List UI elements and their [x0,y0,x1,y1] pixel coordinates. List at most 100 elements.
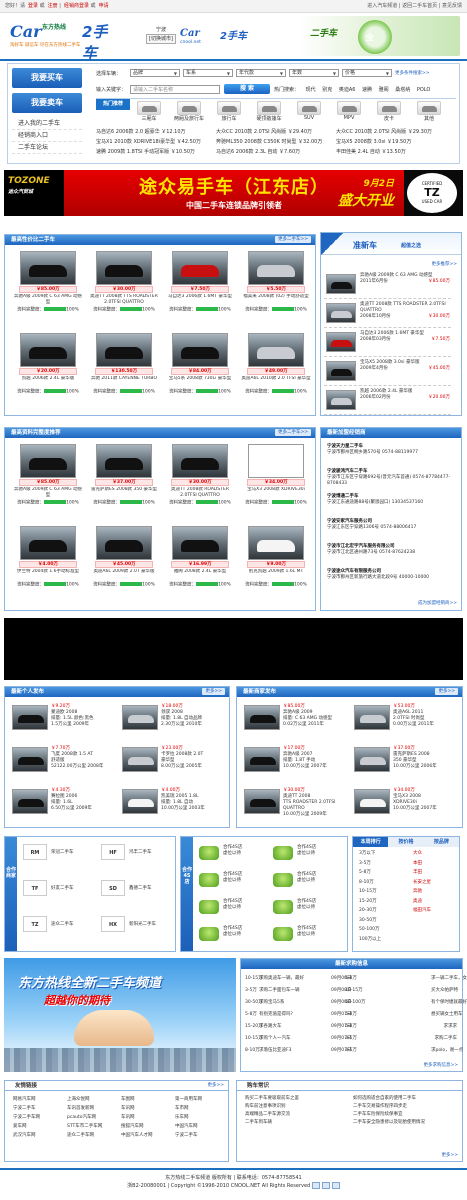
car-desc[interactable]: 福美来 2008款 (02) 手动舒适型 [241,294,311,307]
series-select[interactable]: 车系 ▼ [183,69,233,77]
age-select[interactable]: 年数 ▼ [289,69,339,77]
buy-cell[interactable]: 求求求 [431,1023,458,1030]
tip-link[interactable]: 二手车车险保险续保事宜 [353,1111,461,1119]
buy-request-row[interactable]: 3-5万 求购二手面包车一辆 09月08日 10-15万 买大众帕萨特 [245,987,461,994]
brand-item[interactable]: 大众 [413,849,431,859]
model-year-select[interactable]: 年代款 ▼ [236,69,286,77]
news-item[interactable]: 丰田佳美 2.4L 自动 ￥13.50万 [336,147,456,157]
car-photo[interactable] [12,747,48,772]
near-new-item[interactable]: 凯越 2006款 2.4L 豪华版 2006年02月份 ￥20.00万 [324,387,451,415]
badge-icon[interactable] [321,1182,330,1189]
brand-item[interactable]: 奥迪 [413,897,431,907]
login-link[interactable]: 登录 [28,3,38,9]
dealer-login-link[interactable]: 经销商登录 [64,3,89,9]
price-range-item[interactable]: 3万以下 [359,849,381,859]
category-suv[interactable]: SUV [292,101,326,121]
category-mpv[interactable]: MPV [332,101,366,121]
register-link[interactable]: 注册 [48,3,58,9]
car-photo[interactable] [244,705,280,730]
hot-item[interactable]: 别克 [322,87,332,93]
price-range-item[interactable]: 3-5万 [359,859,381,869]
shop4s-item[interactable]: 合作4S店 虚位以待 [273,895,345,919]
price-range-item[interactable]: 15-20万 [359,897,381,907]
buy-cell[interactable]: 买大众帕萨特 [431,987,458,994]
keyword-input[interactable]: 请输入二手车名称 [130,84,220,94]
partner-name[interactable]: 新阳光二手车 [129,921,156,927]
listing-item[interactable]: ￥9.20万 蒙迪欧 2008 排量: 1.5L 颜色:黑色 1.5万公里 2009年 [11,703,117,743]
price-range-item[interactable]: 5-8万 [359,868,381,878]
shop4s-item[interactable]: 合作4S店 虚位以待 [273,841,345,865]
dealer-name[interactable]: 宁波博通二手车 [327,494,359,499]
car-card[interactable]: ￥30.00万 奥迪TT 2008款 ROADSTER 2.0TFSI QUATT… [165,444,235,507]
brand-item[interactable]: 福田汽车 [413,906,431,916]
friend-link[interactable]: 乐车网 [175,1113,229,1122]
buy-request-row[interactable]: 10-15万 求购个人一汽车 09月07日 3-5万 求购二手车 [245,1035,461,1042]
car-photo[interactable] [248,444,304,478]
car-desc[interactable]: 奔驰 2011款 CAYENNE TURBO [89,376,159,389]
car-photo[interactable] [20,444,76,478]
more-tips-link[interactable]: 更多>> [441,1152,458,1158]
dealer-item[interactable]: 宁波天力星二手车 宁波市鄞州区桐乡路570号 0574-88119977 [327,444,451,456]
friend-link[interactable]: 中国汽车人才网 [121,1131,175,1140]
buy-cell[interactable]: 求购奥迪车一辆，最好 [259,975,331,982]
car-card[interactable]: ￥85.00万 奔驰A级 2009款 C 63 AMG 动感型 资料完整度： 100% [13,444,83,507]
tip-link[interactable]: 高端精品二手车源交流 [245,1111,353,1119]
car-photo[interactable] [172,526,228,560]
news-item[interactable]: 奔驰ML350 2008款 C350K 时尚型 ￥32.00万 [216,137,336,147]
friend-link[interactable]: 爱车网 [13,1122,67,1131]
car-desc[interactable]: 别克凯越 2009款 1.6L MT [241,569,311,582]
car-photo[interactable] [122,747,158,772]
brand-select[interactable]: 品牌 ▼ [130,69,180,77]
friend-link[interactable]: 宁波二手车 [175,1131,229,1140]
shop4s-item[interactable]: 合作4S店 虚位以待 [199,895,271,919]
car-photo[interactable] [326,303,356,323]
shop4s-item[interactable]: 合作4S店 虚位以待 [273,922,345,946]
partner-item[interactable]: RM 荣冠二手车 [23,841,99,865]
car-desc[interactable]: 伊兰特 2004款 1.6手动标准型 [13,569,83,582]
tip-link[interactable]: 二手车安全隐患修以及轮胎使用情况 [353,1119,461,1127]
tab-brand[interactable]: 按品牌 [423,837,459,847]
car-photo[interactable] [326,274,356,294]
partner-item[interactable]: HF 鸿丰二手车 [101,841,177,865]
partner-item[interactable]: HX 新阳光二手车 [101,913,177,937]
partner-name[interactable]: 鑫德二手车 [129,885,152,891]
forum-link[interactable]: 二手车论坛 [12,142,82,154]
car-photo[interactable] [12,789,48,814]
partner-logo-icon[interactable]: TZ [23,916,47,932]
brand-item[interactable]: 本田 [413,859,431,869]
buy-request-row[interactable]: 8-10万 求落伍比亚迪F3 09月07日 3-5万 求polo，谢一点 [245,1047,463,1054]
category-pickup[interactable]: 皮卡 [372,101,406,122]
buy-cell[interactable]: 求购二手车 [431,1035,458,1042]
site-logo[interactable]: Car 东方热线 2手车 淘好车 诚信车 尽在东方热线二手车 [10,22,120,62]
friend-link[interactable]: pcauto汽车网 [67,1113,121,1122]
car-card[interactable]: ￥20.00万 凯越 2006款 2.4L 豪华版 资料完整度： 100% [13,333,83,396]
car-photo[interactable] [326,361,356,381]
auto-channel-link[interactable]: 进入汽车频道 [367,3,397,9]
feedback-link[interactable]: 意见反馈 [442,3,462,9]
car-photo[interactable] [20,526,76,560]
category-wagon[interactable]: 旅行车 [212,101,246,122]
car-photo[interactable] [122,705,158,730]
more-link[interactable]: 更多二手车>> [274,236,311,243]
shop4s-item[interactable]: 合作4S店 虚位以待 [199,841,271,865]
dealer-item[interactable]: 宁波途众汽车有限服务公司 宁波市鄞州区新旅行路大道北段9号 40000-10000 [327,569,451,581]
friend-link[interactable]: 搜狐汽车网 [121,1122,175,1131]
buy-cell[interactable]: 求一辆二手车，女士开 [431,975,467,982]
hot-item[interactable]: 桑塔纳 [395,87,410,93]
car-photo[interactable] [354,747,390,772]
more-link[interactable]: 更多>> [207,1081,224,1091]
buy-request-row[interactable]: 5-8万 有别克值是得吗? 09月07日 5-8万 想买辆女士用车 [245,1011,463,1018]
shop4s-item[interactable]: 合作4S店 虚位以待 [199,922,271,946]
news-item[interactable]: 马自达6 2006款 2.3L 自动 ￥7.60万 [216,147,336,157]
partner-logo-icon[interactable]: SD [101,880,125,896]
dealer-item[interactable]: 宁波安家汽车服务公司 宁波江东区宁穿路1306号 0574-88006417 [327,519,451,531]
brand-item[interactable]: 长安之星 [413,878,431,888]
friend-link[interactable]: 车讯网 [121,1113,175,1122]
friend-link[interactable]: 车讯首发新网 [67,1104,121,1113]
buy-request-row[interactable]: 10-15万求购奥迪车一辆，最好09月08日5-8万 求一辆二手车，女士开 [245,975,467,982]
dealer-name[interactable]: 宁波天力星二手车 [327,444,363,449]
car-card[interactable]: ￥130.50万 奔驰 2011款 CAYENNE TURBO 资料完整度： 100% [89,333,159,396]
more-link[interactable]: 更多>> [435,688,458,695]
buy-cell[interactable]: 求购宝马5系 [259,999,331,1006]
friend-link[interactable]: 车图网 [121,1095,175,1104]
